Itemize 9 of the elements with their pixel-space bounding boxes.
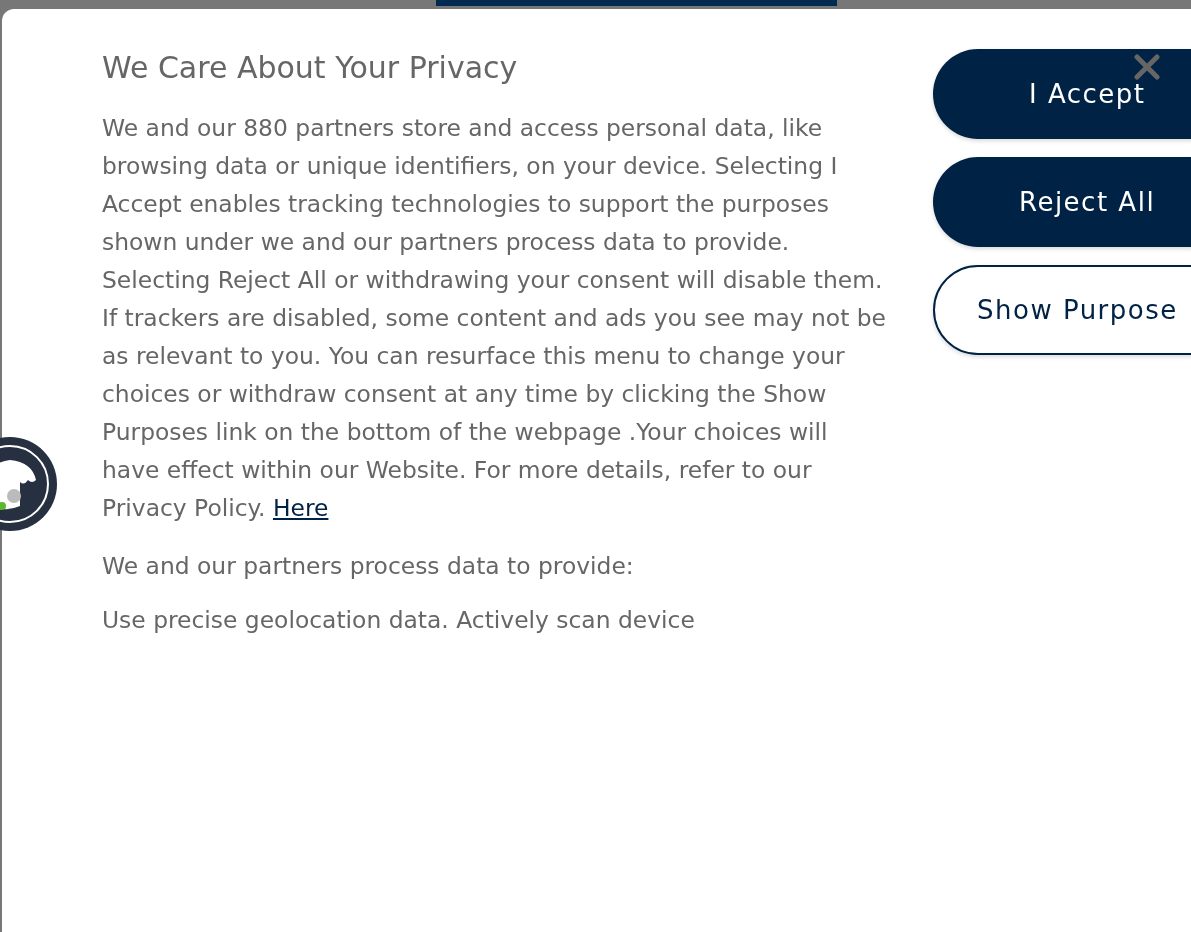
close-icon[interactable]	[1134, 54, 1160, 80]
purposes-text: Use precise geolocation data. Actively scan device	[102, 605, 696, 636]
purposes-heading: We and our partners process data to provide:	[102, 551, 635, 582]
dialog-title: We Care About Your Privacy	[102, 49, 519, 87]
privacy-link[interactable]: Here	[272, 494, 329, 522]
dialog-button[interactable]: Show Purpose	[933, 265, 1191, 355]
dialog-button[interactable]: I Accept	[933, 49, 1191, 139]
dialog-button[interactable]: Reject All	[933, 157, 1191, 247]
privacy-text: We and our 880 partners store and access personal data, like browsing data or unique identifiers, on your device. Selecting I Accept enables tracking technologies to support the purposes shown under we and our partners process data to provide. Selecting Reject All or withdrawing your consent will disable them. If trackers are disabled, some content and ads you see may not be as relevant to you. You can resurface this menu to change your choices or withdraw consent at any time by clicking the Show Purposes link on the bottom of the webpage .Your choices will have effect within our Website. For more details, refer to our Privacy Policy. Here	[102, 113, 887, 524]
